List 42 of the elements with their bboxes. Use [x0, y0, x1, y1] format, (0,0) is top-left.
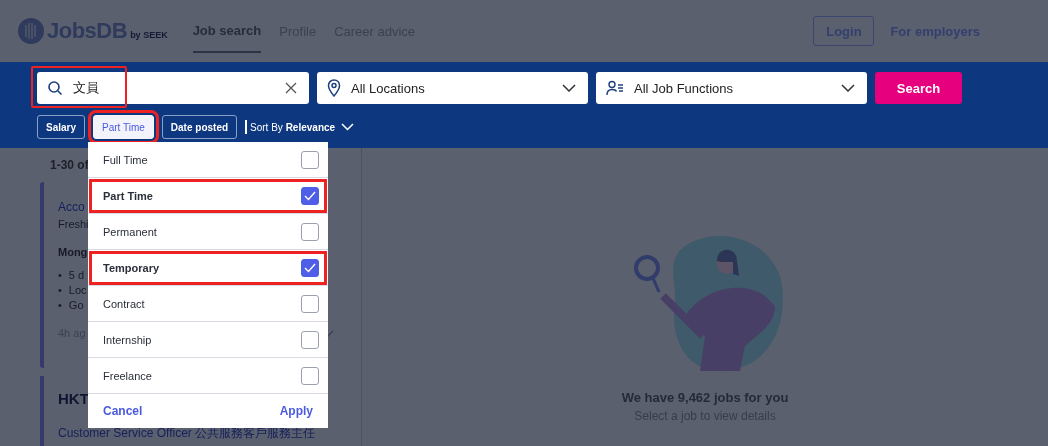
job-function-dropdown[interactable]: All Job Functions — [596, 72, 867, 104]
search-icon — [47, 80, 63, 96]
clear-icon[interactable] — [285, 82, 297, 94]
filter-button[interactable]: Date posted — [161, 115, 238, 139]
cancel-link[interactable]: Cancel — [103, 404, 143, 418]
checkbox[interactable] — [301, 258, 319, 277]
checkbox[interactable] — [301, 150, 319, 169]
company-logo-text: HKT — [58, 390, 89, 407]
job-type-option[interactable]: Freelance — [88, 358, 328, 394]
company-name: Freshi — [58, 218, 90, 230]
job-location: Mong — [58, 246, 89, 258]
checkbox[interactable] — [301, 294, 319, 313]
bullet-marker: • — [58, 298, 62, 313]
keyword-value: 文員 — [73, 79, 99, 97]
job-type-option[interactable]: Contract — [88, 286, 328, 322]
job-highlight: Go — [68, 298, 84, 313]
job-type-option[interactable]: Part Time — [88, 178, 328, 214]
location-dropdown[interactable]: All Locations — [317, 72, 588, 104]
checkbox[interactable] — [301, 330, 319, 349]
checkbox[interactable] — [301, 366, 319, 385]
filter-button[interactable]: Salary — [37, 115, 86, 139]
job-highlight: 5 d — [68, 268, 85, 283]
logo-subtitle: by SEEK — [130, 30, 168, 40]
location-pin-icon — [327, 79, 341, 97]
sort-dropdown[interactable]: Sort By Relevance — [250, 121, 336, 133]
checkbox[interactable] — [301, 222, 319, 241]
person-list-icon — [606, 80, 624, 96]
bullet-marker: • — [58, 268, 62, 283]
job-type-option[interactable]: Temporary — [88, 250, 328, 286]
job-type-option[interactable]: Permanent — [88, 214, 328, 250]
keyword-field[interactable]: 文員 — [37, 72, 309, 104]
job-highlight: Loc — [68, 283, 87, 298]
job-function-value: All Job Functions — [634, 80, 733, 96]
checkbox[interactable] — [301, 186, 319, 205]
bullet-marker: • — [58, 283, 62, 298]
apply-link[interactable]: Apply — [279, 404, 313, 418]
logo-icon — [18, 18, 44, 44]
result-count: 1-30 of — [50, 158, 89, 172]
job-type-option[interactable]: Full Time — [88, 142, 328, 178]
search-button[interactable]: Search — [875, 72, 962, 104]
job-type-option[interactable]: Internship — [88, 322, 328, 358]
location-value: All Locations — [351, 80, 425, 96]
